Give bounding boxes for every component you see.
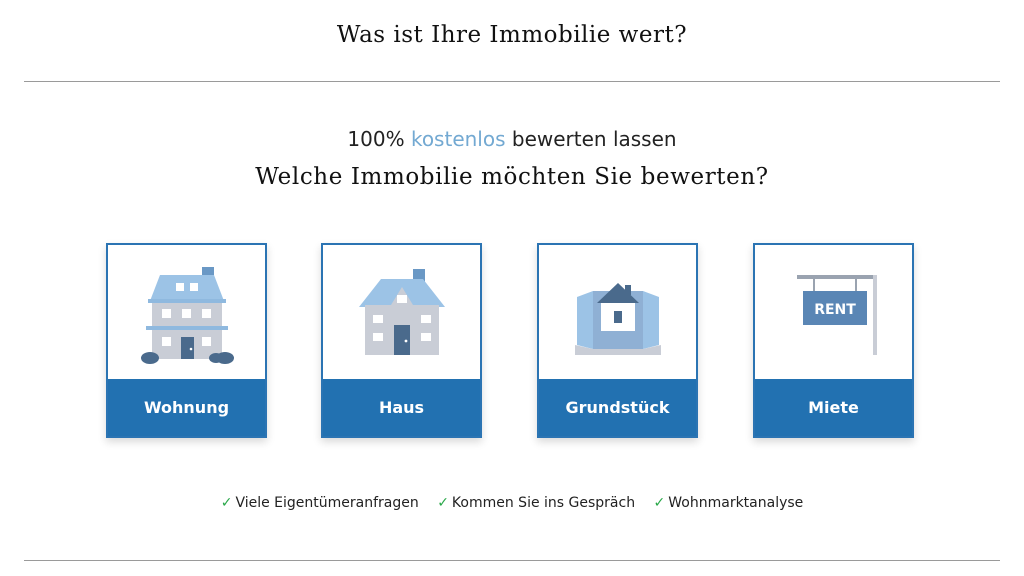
checkmark-icon: ✓	[437, 495, 449, 511]
rent-sign-text: RENT	[814, 302, 856, 318]
page-title: Was ist Ihre Immobilie wert?	[336, 22, 688, 48]
apartment-building-icon	[108, 245, 265, 381]
intro-subtitle: 100% kostenlos bewerten lassen	[0, 127, 1024, 151]
card-haus[interactable]: Haus	[321, 243, 482, 438]
card-label: Haus	[323, 379, 480, 436]
feature-text: Wohnmarktanalyse	[668, 495, 804, 511]
feature-text: Kommen Sie ins Gespräch	[451, 495, 636, 511]
intro-highlight: kostenlos	[410, 127, 506, 151]
intro-prefix: 100%	[347, 127, 405, 151]
top-divider	[24, 81, 1000, 82]
intro-suffix: bewerten lassen	[511, 127, 677, 151]
house-icon	[323, 245, 480, 381]
card-wohnung[interactable]: Wohnung	[106, 243, 267, 438]
feature-text: Viele Eigentümeranfragen	[235, 495, 419, 511]
feature-item: ✓ Wohnmarktanalyse	[654, 495, 804, 511]
card-miete[interactable]: RENT Miete	[753, 243, 914, 438]
checkmark-icon: ✓	[653, 495, 666, 511]
card-grundstueck[interactable]: Grundstück	[537, 243, 698, 438]
card-label: Miete	[755, 379, 912, 436]
bottom-divider	[24, 560, 1000, 561]
feature-list: ✓ Viele Eigentümeranfragen ✓ Kommen Sie in…	[0, 495, 1024, 511]
feature-item: ✓ Kommen Sie ins Gespräch	[437, 495, 635, 511]
card-label: Wohnung	[108, 379, 265, 436]
feature-item: ✓ Viele Eigentümeranfragen	[221, 495, 419, 511]
property-question: Welche Immobilie möchten Sie bewerten?	[255, 164, 769, 190]
checkmark-icon: ✓	[220, 495, 233, 511]
land-plot-icon	[539, 245, 696, 381]
card-label: Grundstück	[539, 379, 696, 436]
rent-sign-icon: RENT	[755, 245, 912, 381]
